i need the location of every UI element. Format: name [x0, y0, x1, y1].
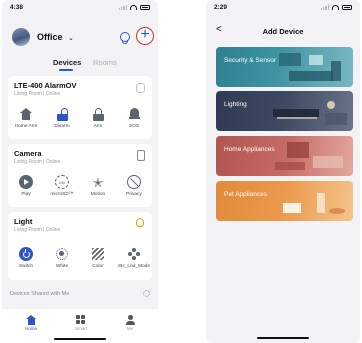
gear-icon[interactable]: [143, 290, 150, 297]
lighting-scene-illustration: [273, 101, 347, 125]
motion-button[interactable]: ✭ Motion: [80, 174, 116, 198]
category-label: Lighting: [224, 101, 247, 108]
category-label: Pet Appliances: [224, 191, 268, 198]
device-title: Camera: [14, 149, 42, 158]
lightbulb-icon: [136, 218, 144, 227]
status-bar: 4:38: [10, 4, 150, 14]
switch-button[interactable]: Switch: [8, 246, 44, 269]
shield-icon: [136, 83, 145, 93]
tab-bar: Devices Rooms: [2, 58, 158, 72]
device-subtitle: Living Room | Online: [14, 227, 61, 233]
pet-scene-illustration: [283, 193, 345, 214]
device-card-alarm[interactable]: LTE-400 AlarmOV Living Room | Online Hom…: [8, 76, 152, 139]
device-subtitle: Living Room | Online: [14, 91, 61, 97]
active-tab-indicator: [59, 69, 73, 71]
home-arm-button[interactable]: Home Arm: [8, 106, 44, 129]
security-scene-illustration: [279, 53, 341, 81]
wifi-icon: [332, 5, 339, 10]
power-icon: [19, 247, 33, 261]
wifi-icon: [130, 5, 137, 10]
device-card-light[interactable]: Light Living Room | Online Switch White …: [8, 212, 152, 280]
dots-icon: [128, 248, 140, 260]
camera-off-icon: [127, 175, 141, 189]
device-subtitle: Living Room | Online: [14, 159, 61, 165]
disarm-button[interactable]: Disarm: [44, 106, 80, 129]
category-home-appliances[interactable]: Home Appliances: [216, 136, 353, 176]
sd-24h-icon: 24h: [55, 175, 69, 189]
microsd-button[interactable]: 24h microSD™: [44, 174, 80, 197]
home-icon: [26, 315, 36, 325]
home-indicator[interactable]: [257, 336, 309, 339]
battery-icon: [140, 5, 150, 10]
camera-device-icon: [137, 150, 145, 161]
battery-icon: [342, 5, 352, 10]
tab-devices[interactable]: Devices: [53, 58, 81, 67]
play-button[interactable]: Play: [8, 174, 44, 197]
category-pet-appliances[interactable]: Pet Appliances: [216, 181, 353, 221]
white-mode-button[interactable]: White: [44, 246, 80, 269]
add-device-screen: 2:29 < Add Device Security & Sensor Ligh…: [206, 0, 360, 343]
appliances-scene-illustration: [275, 142, 343, 170]
tab-rooms[interactable]: Rooms: [93, 58, 117, 67]
arm-button[interactable]: Arm: [80, 106, 116, 129]
device-title: Light: [14, 217, 33, 226]
chevron-down-icon[interactable]: ⌄: [68, 34, 74, 42]
device-title: LTE-400 AlarmOV: [14, 81, 77, 90]
play-icon: [19, 175, 33, 189]
bell-icon: [128, 108, 140, 120]
nav-home[interactable]: Home: [16, 315, 46, 331]
stripes-icon: [92, 248, 104, 260]
status-bar: 2:29: [214, 4, 352, 14]
add-device-button[interactable]: +: [136, 27, 154, 45]
person-icon: [125, 315, 135, 325]
sos-button[interactable]: SOS: [116, 106, 152, 129]
page-title: Add Device: [262, 27, 304, 36]
running-person-icon: ✭: [92, 174, 104, 190]
nav-me[interactable]: Me: [115, 315, 145, 331]
led-mode-button[interactable]: SH_Led_Mode: [116, 246, 152, 269]
grid-icon: [76, 315, 86, 325]
lock-icon: [92, 107, 104, 121]
signal-icon: [320, 5, 329, 10]
shared-devices-label[interactable]: Devices Shared with Me: [10, 291, 69, 297]
category-lighting[interactable]: Lighting: [216, 91, 353, 131]
category-label: Home Appliances: [224, 146, 275, 153]
unlocked-icon: [56, 107, 68, 121]
status-time: 2:29: [214, 4, 228, 11]
house-icon: [20, 108, 32, 120]
nav-smart[interactable]: Smart: [66, 315, 96, 331]
category-label: Security & Sensor: [224, 57, 277, 64]
bottom-nav: Home Smart Me: [2, 309, 158, 343]
device-list-screen: 4:38 Office ⌄ + Devices Rooms LTE-400 Al…: [2, 0, 158, 343]
home-avatar[interactable]: [12, 28, 30, 46]
user-face-icon[interactable]: [120, 32, 130, 44]
privacy-button[interactable]: Privacy: [116, 174, 152, 197]
sun-icon: [56, 248, 68, 260]
device-card-camera[interactable]: Camera Living Room | Online Play 24h micr…: [8, 144, 152, 207]
home-indicator[interactable]: [54, 337, 106, 340]
status-time: 4:38: [10, 4, 24, 11]
category-security-sensor[interactable]: Security & Sensor: [216, 47, 353, 87]
home-name[interactable]: Office: [37, 32, 63, 42]
color-mode-button[interactable]: Color: [80, 246, 116, 269]
signal-icon: [118, 5, 127, 10]
